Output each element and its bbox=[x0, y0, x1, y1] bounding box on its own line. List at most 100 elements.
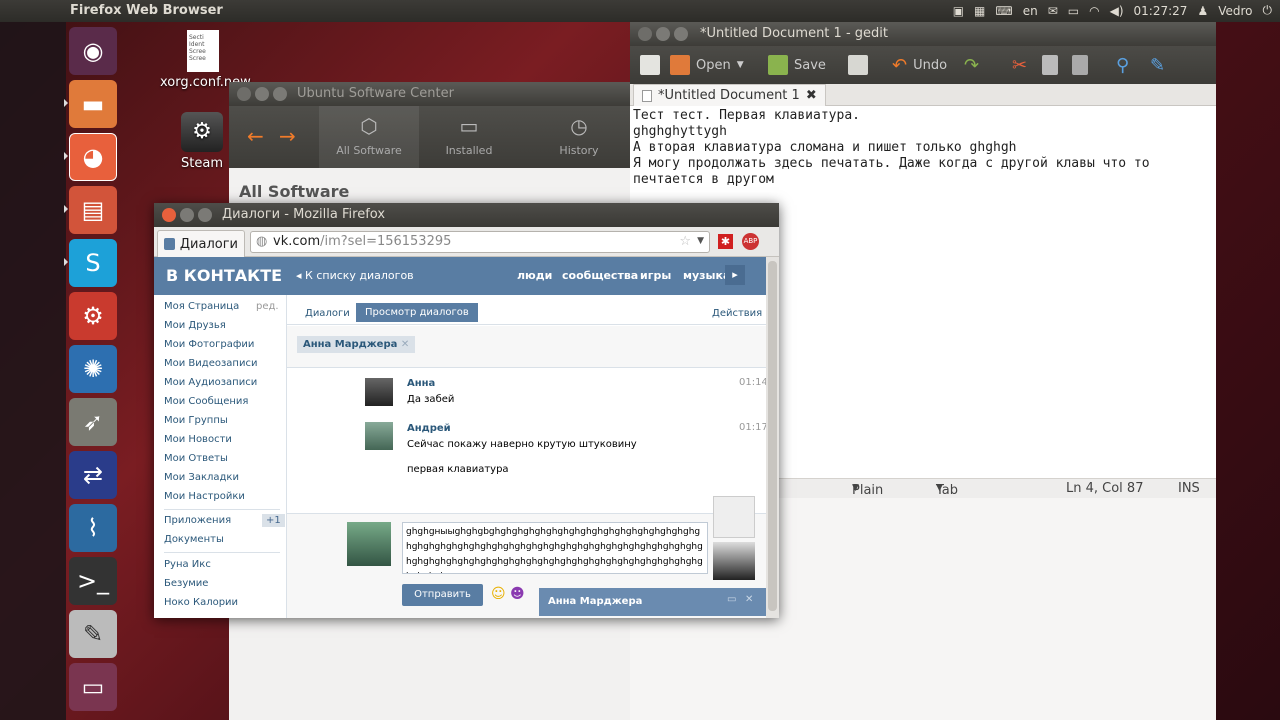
sidebar-item-news[interactable]: Мои Новости bbox=[164, 434, 232, 445]
sidebar-item-videos[interactable]: Мои Видеозаписи bbox=[164, 358, 257, 369]
tab-untitled-document[interactable]: *Untitled Document 1 ✖ bbox=[633, 84, 826, 106]
sidebar-item-app-2[interactable]: Безумие bbox=[164, 578, 208, 589]
url-bar[interactable]: ◍ vk.com/im?sel=156153295 ☆ ▼ bbox=[250, 231, 710, 253]
power-icon[interactable]: ⏻ bbox=[1263, 3, 1273, 18]
system-monitor-icon[interactable]: ⌇ bbox=[69, 504, 117, 552]
adblock-icon[interactable]: ABP bbox=[742, 233, 759, 250]
wifi-icon[interactable]: ◠ bbox=[1089, 4, 1099, 18]
tab-all-software[interactable]: ⬡ All Software bbox=[319, 106, 419, 168]
settings-icon[interactable]: ⚙ bbox=[69, 292, 117, 340]
sidebar-item-audio[interactable]: Мои Аудиозаписи bbox=[164, 377, 257, 388]
ubuntu-dash-icon[interactable]: ◉ bbox=[69, 27, 117, 75]
close-icon[interactable] bbox=[638, 27, 652, 41]
text-editor-icon[interactable]: ✎ bbox=[69, 610, 117, 658]
print-button[interactable] bbox=[848, 55, 868, 75]
firefox-titlebar[interactable]: Диалоги - Mozilla Firefox bbox=[154, 203, 779, 227]
close-icon[interactable]: ✕ bbox=[401, 339, 409, 350]
forward-arrow-icon[interactable]: → bbox=[279, 124, 296, 148]
open-button[interactable]: Open ▼ bbox=[670, 55, 744, 75]
redo-button[interactable]: ↷ bbox=[964, 55, 979, 76]
sidebar-item-messages[interactable]: Мои Сообщения bbox=[164, 396, 248, 407]
sidebar-item-app-1[interactable]: Руна Икс bbox=[164, 559, 211, 570]
chevron-down-icon[interactable]: ▼ bbox=[737, 60, 744, 70]
new-document-button[interactable] bbox=[640, 55, 660, 75]
sidebar-item-apps[interactable]: Приложения bbox=[164, 515, 231, 526]
battery-icon[interactable]: ▭ bbox=[1068, 4, 1079, 18]
paste-button[interactable] bbox=[1072, 55, 1088, 75]
clock[interactable]: 01:27:27 bbox=[1134, 4, 1188, 18]
nav-next-arrow-icon[interactable]: ▸ bbox=[725, 265, 745, 285]
compose-input[interactable]: ghghgныыghghgbghghghghghghghghghghghghgh… bbox=[402, 522, 708, 574]
sidebar-item-groups[interactable]: Мои Группы bbox=[164, 415, 228, 426]
replace-button[interactable]: ✎ bbox=[1150, 55, 1165, 76]
shotwell-icon[interactable]: ✺ bbox=[69, 345, 117, 393]
sticker-thumbnail[interactable] bbox=[713, 496, 755, 538]
find-button[interactable]: ⚲ bbox=[1116, 55, 1129, 76]
nav-people[interactable]: люди bbox=[517, 269, 552, 282]
minimize-icon[interactable] bbox=[656, 27, 670, 41]
close-icon[interactable] bbox=[162, 208, 176, 222]
nav-communities[interactable]: сообщества bbox=[562, 269, 638, 282]
scrollbar[interactable] bbox=[766, 257, 779, 618]
software-center-titlebar[interactable]: Ubuntu Software Center bbox=[229, 82, 630, 106]
edit-link[interactable]: ред. bbox=[256, 301, 279, 312]
copy-button[interactable] bbox=[1042, 55, 1058, 75]
message-author[interactable]: Андрей bbox=[407, 423, 451, 434]
files-icon[interactable]: ▬ bbox=[69, 80, 117, 128]
sidebar-item-my-page[interactable]: Моя Страница bbox=[164, 301, 239, 312]
network-icon[interactable]: ⇄ bbox=[69, 451, 117, 499]
nav-music[interactable]: музыка bbox=[683, 269, 730, 282]
close-icon[interactable]: ✖ bbox=[806, 88, 817, 103]
message-author[interactable]: Анна bbox=[407, 378, 435, 389]
rocket-icon[interactable]: ➶ bbox=[69, 398, 117, 446]
tab-view-dialogs[interactable]: Просмотр диалогов bbox=[356, 303, 478, 322]
avatar[interactable] bbox=[365, 378, 393, 406]
screen-icon[interactable]: ▣ bbox=[953, 4, 964, 18]
close-icon[interactable]: ✕ bbox=[745, 594, 753, 605]
grid-icon[interactable]: ▦ bbox=[974, 4, 985, 18]
back-to-dialogs-link[interactable]: ◂ К списку диалогов bbox=[296, 269, 414, 282]
skype-icon[interactable]: S bbox=[69, 239, 117, 287]
sidebar-item-app-3[interactable]: Ноко Калории bbox=[164, 597, 238, 608]
volume-icon[interactable]: ◀) bbox=[1110, 4, 1124, 18]
software-center-icon[interactable]: ▤ bbox=[69, 186, 117, 234]
recipient-chip[interactable]: Анна Марджера ✕ bbox=[297, 336, 416, 353]
smile-emoji-icon[interactable]: ☺ bbox=[491, 586, 506, 602]
browser-tab[interactable]: Диалоги bbox=[157, 230, 245, 257]
keyboard-layout[interactable]: en bbox=[1023, 4, 1038, 18]
desktop-steam[interactable]: ⚙ Steam bbox=[176, 112, 228, 171]
send-button[interactable]: Отправить bbox=[402, 584, 483, 606]
minimize-icon[interactable] bbox=[180, 208, 194, 222]
maximize-icon[interactable] bbox=[198, 208, 212, 222]
close-icon[interactable] bbox=[237, 87, 251, 101]
sidebar-item-documents[interactable]: Документы bbox=[164, 534, 224, 545]
cut-button[interactable]: ✂ bbox=[1012, 55, 1027, 76]
undo-button[interactable]: ↶ Undo bbox=[892, 55, 947, 76]
save-button[interactable]: Save bbox=[768, 55, 826, 75]
sidebar-item-bookmarks[interactable]: Мои Закладки bbox=[164, 472, 239, 483]
addon-icon[interactable]: ✱ bbox=[718, 234, 733, 249]
chat-popup[interactable]: Анна Марджера ▭ ✕ bbox=[539, 588, 766, 616]
maximize-icon[interactable] bbox=[273, 87, 287, 101]
sidebar-item-answers[interactable]: Мои Ответы bbox=[164, 453, 228, 464]
sticker-thumbnail[interactable] bbox=[713, 542, 755, 580]
minimize-icon[interactable] bbox=[255, 87, 269, 101]
firefox-icon[interactable]: ◕ bbox=[69, 133, 117, 181]
maximize-icon[interactable] bbox=[674, 27, 688, 41]
devil-emoji-icon[interactable]: ☻ bbox=[510, 586, 525, 602]
minimize-icon[interactable]: ▭ bbox=[727, 594, 736, 605]
sidebar-item-photos[interactable]: Мои Фотографии bbox=[164, 339, 254, 350]
tab-history[interactable]: ◷ History bbox=[539, 106, 619, 168]
actions-link[interactable]: Действия bbox=[712, 308, 762, 319]
chevron-down-icon[interactable]: ▼ bbox=[697, 236, 704, 246]
sidebar-item-friends[interactable]: Мои Друзья bbox=[164, 320, 226, 331]
back-arrow-icon[interactable]: ← bbox=[247, 124, 264, 148]
scrollbar-thumb[interactable] bbox=[768, 261, 777, 611]
user-name[interactable]: Vedro bbox=[1218, 4, 1252, 18]
gedit-titlebar[interactable]: *Untitled Document 1 - gedit bbox=[630, 22, 1216, 46]
mail-icon[interactable]: ✉ bbox=[1048, 4, 1058, 18]
bookmark-star-icon[interactable]: ☆ bbox=[679, 234, 691, 249]
terminal-icon[interactable]: >_ bbox=[69, 557, 117, 605]
desktop-file-xorg[interactable]: Secti Ident Scree Scree xorg.conf.new bbox=[160, 30, 251, 90]
keyboard-icon[interactable]: ⌨ bbox=[995, 4, 1012, 18]
